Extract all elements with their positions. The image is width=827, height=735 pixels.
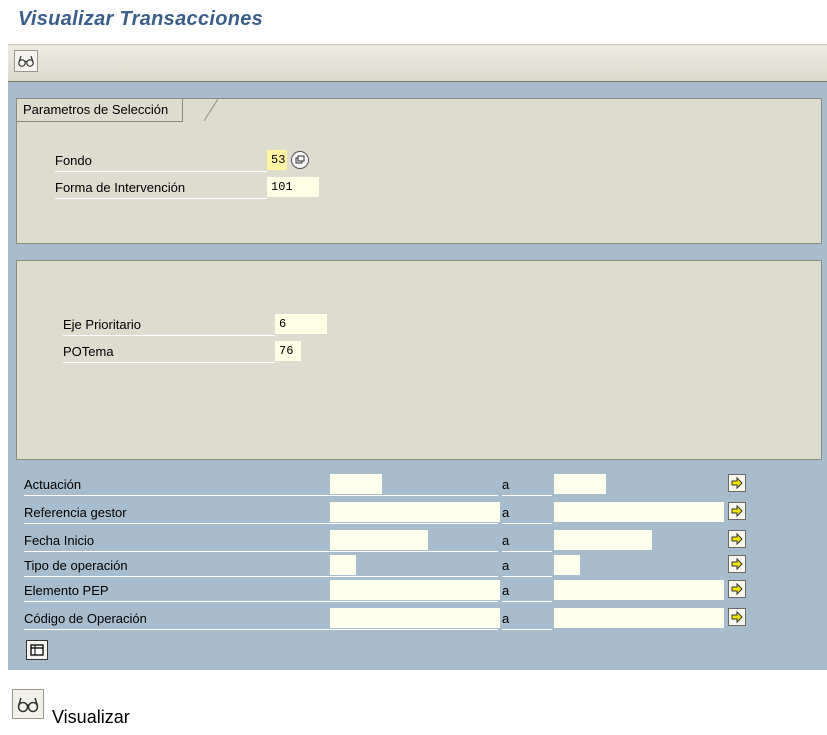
tipo-operacion-multiple-selection-button[interactable]	[728, 555, 746, 573]
codigo-operacion-multiple-selection-button[interactable]	[728, 608, 746, 626]
referencia-gestor-to-input[interactable]	[554, 502, 724, 522]
codigo-operacion-from-input[interactable]	[330, 608, 500, 628]
potema-input[interactable]: 76	[275, 341, 301, 361]
fecha-inicio-to-input[interactable]	[554, 530, 652, 550]
codigo-operacion-to-input[interactable]	[554, 608, 724, 628]
tipo-operacion-label: Tipo de operación	[24, 556, 498, 577]
potema-label: POTema	[63, 342, 275, 363]
elemento-pep-multiple-selection-button[interactable]	[728, 580, 746, 598]
main-screen-area: Parametros de Selección Fondo 53 Forma d…	[8, 82, 827, 670]
eje-prioritario-input[interactable]: 6	[275, 314, 327, 334]
referencia-gestor-multiple-selection-button[interactable]	[728, 502, 746, 520]
arrow-right-icon	[731, 476, 743, 490]
title-bar: Visualizar Transacciones	[0, 0, 827, 44]
actuacion-label: Actuación	[24, 475, 498, 496]
arrow-right-icon	[731, 532, 743, 546]
glasses-icon	[17, 697, 39, 713]
tipo-operacion-to-label: a	[502, 556, 552, 577]
actuacion-to-label: a	[502, 475, 552, 496]
fecha-inicio-from-input[interactable]	[330, 530, 428, 550]
selection-parameters-group: Parametros de Selección Fondo 53 Forma d…	[16, 98, 822, 244]
page-title: Visualizar Transacciones	[18, 8, 264, 30]
arrow-right-icon	[731, 582, 743, 596]
legend-display-icon-box	[12, 689, 44, 719]
tipo-operacion-to-input[interactable]	[554, 555, 580, 575]
fecha-inicio-to-label: a	[502, 531, 552, 552]
group-title: Parametros de Selección	[17, 99, 184, 122]
display-button[interactable]	[14, 50, 38, 72]
application-toolbar	[8, 44, 827, 83]
variant-icon	[30, 644, 44, 656]
arrow-right-icon	[731, 557, 743, 571]
elemento-pep-from-input[interactable]	[330, 580, 500, 600]
elemento-pep-to-label: a	[502, 581, 552, 602]
fondo-label: Fondo	[55, 151, 267, 172]
actuacion-from-input[interactable]	[330, 474, 382, 494]
axis-theme-group: Eje Prioritario 6 POTema 76	[16, 260, 822, 460]
glasses-icon	[18, 55, 34, 67]
actuacion-multiple-selection-button[interactable]	[728, 474, 746, 492]
more-options-button[interactable]	[26, 640, 48, 660]
elemento-pep-to-input[interactable]	[554, 580, 724, 600]
eje-prioritario-label: Eje Prioritario	[63, 315, 275, 336]
forma-intervencion-label: Forma de Intervención	[55, 178, 267, 199]
fondo-search-help-button[interactable]	[291, 151, 309, 169]
referencia-gestor-from-input[interactable]	[330, 502, 500, 522]
actuacion-to-input[interactable]	[554, 474, 606, 494]
search-help-icon	[295, 155, 305, 164]
arrow-right-icon	[731, 504, 743, 518]
referencia-gestor-to-label: a	[502, 503, 552, 524]
forma-intervencion-input[interactable]: 101	[267, 177, 319, 197]
fecha-inicio-multiple-selection-button[interactable]	[728, 530, 746, 548]
arrow-right-icon	[731, 610, 743, 624]
fondo-input[interactable]: 53	[267, 150, 287, 170]
group-tab-corner	[204, 99, 218, 121]
legend-label: Visualizar	[52, 707, 130, 727]
codigo-operacion-to-label: a	[502, 609, 552, 630]
tipo-operacion-from-input[interactable]	[330, 555, 356, 575]
